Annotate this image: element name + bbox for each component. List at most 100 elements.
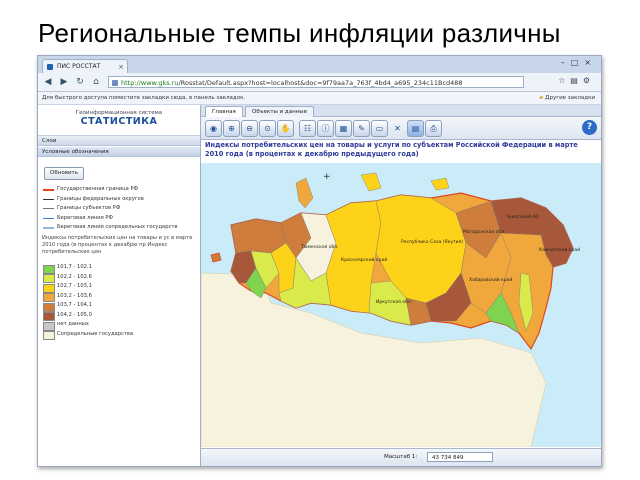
url-host: http://www.gks.ru: [121, 79, 179, 87]
line-swatch: [43, 227, 54, 229]
legend-label: Границы федеральных округов: [57, 195, 144, 202]
legend-item-range-5: 103,7 - 104,1: [42, 301, 198, 312]
legend-label: 103,2 - 103,6: [57, 292, 92, 299]
refresh-button[interactable]: Обновить: [44, 167, 84, 180]
table-icon[interactable]: ▦: [335, 120, 352, 137]
tab-main[interactable]: Главная: [205, 106, 243, 117]
legend-item-neighbour-coastline: Береговая линия сопредельных государств: [42, 223, 198, 233]
browser-tab-title: ПИС РОССТАТ: [57, 63, 101, 70]
legend-item-range-4: 103,2 - 103,6: [42, 292, 198, 302]
legend-item-state-border: Государственная граница РФ: [42, 185, 198, 195]
legend-label: нет данных: [57, 321, 89, 327]
map-label-chukotka: Чукотский АО: [506, 213, 539, 220]
map-label-krasnoyarsk: Красноярский край: [341, 256, 387, 263]
address-bar: ◀ ▶ ↻ ⌂ http://www.gks.ru/Rosstat/Defaul…: [38, 73, 601, 92]
print-icon[interactable]: ⎙: [425, 120, 442, 137]
color-legend: 101,7 - 102,1 102,2 - 102,6 102,7 - 103,…: [42, 263, 198, 340]
minimize-icon[interactable]: –: [561, 58, 571, 67]
globe-icon[interactable]: ◉: [205, 120, 222, 137]
bookmarks-hint: Для быстрого доступа поместите закладки …: [42, 95, 246, 101]
page-content: Геоинформационная система СТАТИСТИКА Сло…: [38, 105, 601, 466]
legend-label: 102,7 - 103,1: [57, 283, 92, 289]
map-label-irkutsk: Иркутская обл.: [376, 299, 412, 305]
zoom-out-icon[interactable]: ⊖: [241, 120, 258, 137]
legend-item-no-data: нет данных: [42, 320, 198, 331]
close-tab-icon[interactable]: ×: [118, 60, 124, 74]
island-new-siberian: [430, 177, 450, 191]
favicon-icon: [47, 64, 53, 70]
legend-label: Береговая линия сопредельных государств: [57, 224, 178, 230]
map-statusbar: Масштаб 1: 43 734 849: [201, 448, 601, 466]
zoom-in-icon[interactable]: ⊕: [223, 120, 240, 137]
line-swatch: [43, 217, 54, 219]
legend-item-range-1: 101,7 - 102,1: [42, 263, 198, 274]
identify-icon[interactable]: ☷: [299, 120, 316, 137]
legend-label: 103,7 - 104,1: [57, 302, 92, 308]
line-swatch: [43, 189, 54, 191]
page-icon: [112, 80, 118, 86]
scale-input[interactable]: 43 734 849: [427, 452, 493, 462]
folder-icon: ▰: [539, 95, 544, 101]
home-icon[interactable]: ⌂: [90, 76, 102, 88]
map-title: Индексы потребительских цен на товары и …: [205, 141, 578, 158]
legend-item-range-3: 102,7 - 103,1: [42, 282, 198, 293]
legend-item-subject-border: Границы субъектов РФ: [42, 204, 198, 214]
main-tabs: Главная Объекты и данные: [201, 105, 601, 117]
color-swatch: [43, 331, 55, 340]
browser-tabbar: ПИС РОССТАТ × –□×: [38, 56, 601, 73]
select-icon[interactable]: ▭: [371, 120, 388, 137]
legend-label: Береговая линия РФ: [57, 214, 113, 221]
region-kaliningrad: [210, 252, 222, 263]
legend-toggle-icon[interactable]: ▤: [407, 120, 424, 137]
map-label-kamchatka: Камчатский край: [539, 246, 580, 253]
map-canvas[interactable]: Красноярский край Республика Саха (Якути…: [201, 163, 601, 447]
island-severnaya-zemlya: [360, 172, 382, 192]
info-icon[interactable]: ⓘ: [317, 120, 334, 137]
close-window-icon[interactable]: ×: [584, 58, 597, 67]
legend-item-coastline: Береговая линия РФ: [42, 214, 198, 224]
url-input[interactable]: http://www.gks.ru/Rosstat/Default.aspx?h…: [108, 76, 524, 88]
logo: Геоинформационная система СТАТИСТИКА: [38, 105, 200, 136]
legend-header[interactable]: Условные обозначения: [38, 147, 200, 157]
legend-label: Государственная граница РФ: [57, 186, 139, 192]
tab-objects-data[interactable]: Объекты и данные: [245, 106, 315, 117]
legend-item-range-2: 102,2 - 102,6: [42, 273, 198, 283]
sidebar: Геоинформационная система СТАТИСТИКА Сло…: [38, 105, 201, 466]
map-pane: Главная Объекты и данные ◉ ⊕ ⊖ ⊙ ✋ ☷ ⓘ ▦…: [201, 105, 601, 466]
bookmarks-bar: Для быстрого доступа поместите закладки …: [38, 92, 601, 105]
index-legend-title: Индексы потребительских цен на товары и …: [42, 235, 193, 255]
back-arrow-icon[interactable]: ◀: [42, 76, 54, 88]
reload-icon[interactable]: ↻: [74, 76, 86, 88]
clear-selection-icon[interactable]: ✕: [389, 120, 406, 137]
browser-tab[interactable]: ПИС РОССТАТ ×: [42, 59, 128, 73]
line-swatch: [43, 198, 54, 200]
browser-tools: ☆▤⚙: [558, 76, 595, 85]
map-label-tyumen: Тюменская обл.: [300, 244, 339, 250]
cursor-crosshair-icon: +: [323, 172, 331, 182]
star-icon[interactable]: ☆: [558, 76, 570, 85]
scale-label: Масштаб 1:: [384, 454, 418, 460]
map-toolbar: ◉ ⊕ ⊖ ⊙ ✋ ☷ ⓘ ▦ ✎ ▭ ✕ ▤ ⎙ ?: [201, 117, 601, 140]
zoom-region-icon[interactable]: ⊙: [259, 120, 276, 137]
region-northwest: [230, 218, 287, 254]
legend-label: Сопредельные государства: [57, 330, 134, 337]
help-icon[interactable]: ?: [582, 120, 597, 135]
map-label-yakutia: Республика Саха (Якутия): [401, 239, 463, 245]
line-swatch: [43, 208, 54, 209]
line-legend: Государственная граница РФ Границы федер…: [42, 185, 198, 233]
forward-arrow-icon[interactable]: ▶: [58, 76, 70, 88]
island-novaya-zemlya: [295, 177, 314, 209]
page-menu-icon[interactable]: ▤: [570, 76, 583, 85]
layers-header[interactable]: Слои: [38, 136, 200, 146]
legend-label: 101,7 - 102,1: [57, 264, 92, 270]
wrench-icon[interactable]: ⚙: [583, 76, 595, 85]
legend-label: 102,2 - 102,6: [57, 273, 92, 280]
logo-title: СТАТИСТИКА: [80, 116, 158, 127]
measure-icon[interactable]: ✎: [353, 120, 370, 137]
window-controls: –□×: [561, 58, 597, 67]
legend-item-range-6: 104,2 - 105,0: [42, 311, 198, 321]
pan-hand-icon[interactable]: ✋: [277, 120, 294, 137]
russia-choropleth-map: Красноярский край Республика Саха (Якути…: [201, 172, 580, 447]
maximize-icon[interactable]: □: [571, 58, 585, 67]
other-bookmarks[interactable]: ▰ Другие закладки: [539, 92, 595, 104]
